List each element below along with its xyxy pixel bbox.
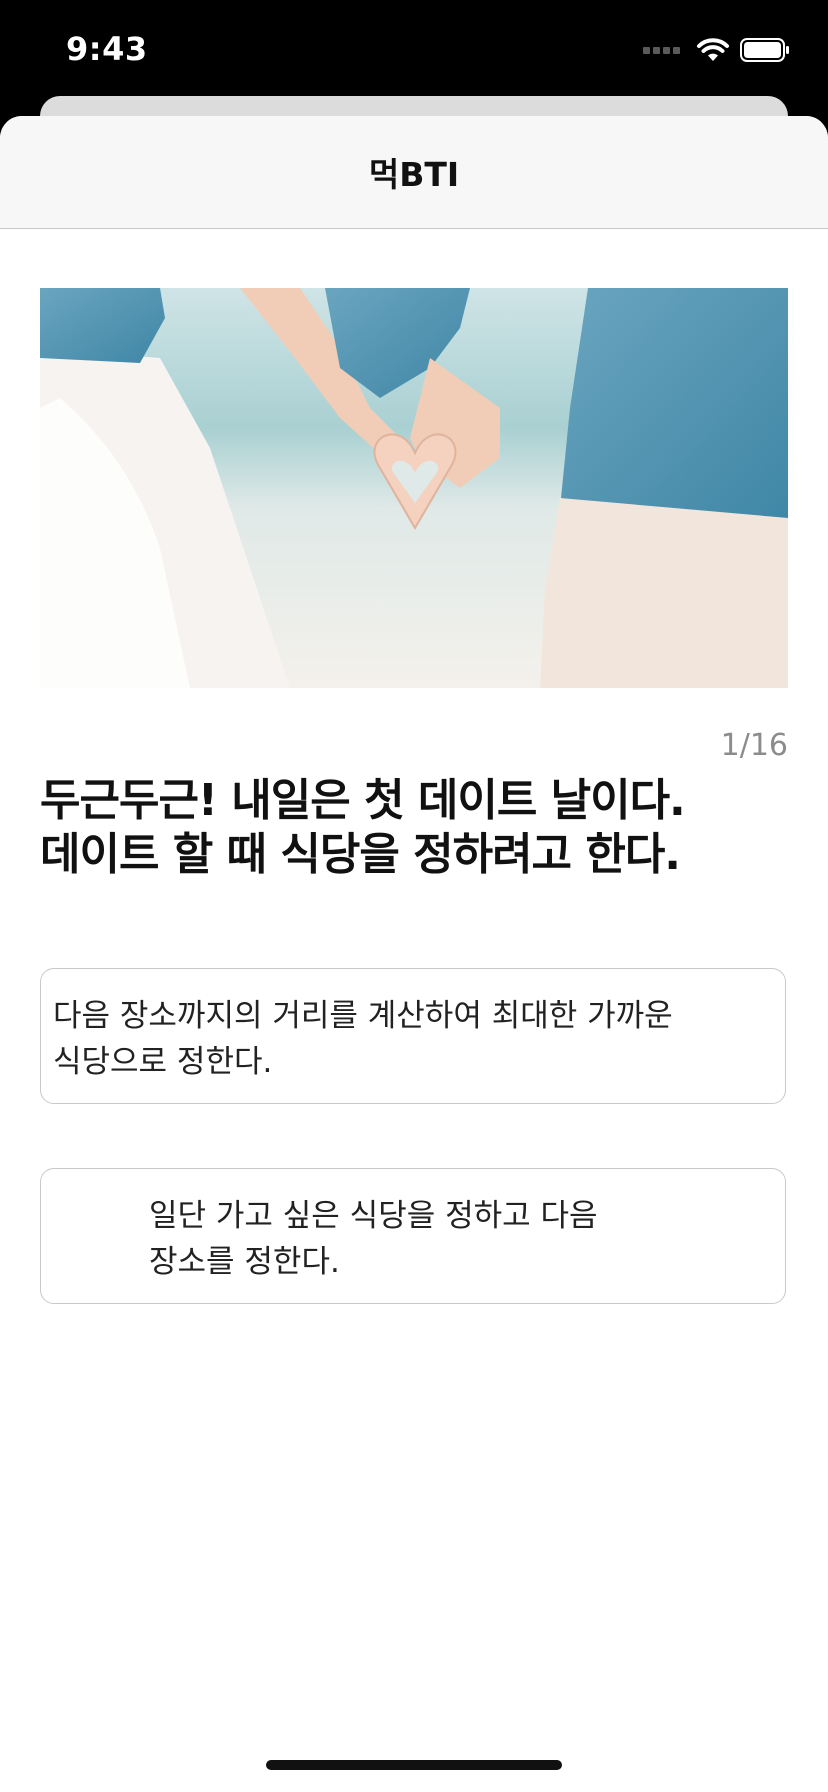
answer-option-2-line: 일단 가고 싶은 식당을 정하고 다음 (149, 1198, 598, 1234)
battery-icon (740, 38, 789, 62)
question-line: 두근두근! 내일은 첫 데이트 날이다. (40, 775, 686, 826)
status-icons (643, 36, 790, 64)
question-progress: 1/16 (720, 728, 788, 763)
answer-option-2-line: 장소를 정한다. (149, 1244, 340, 1280)
signal-icon (643, 46, 680, 54)
navigation-bar: 먹BTI (0, 116, 828, 229)
answer-option-1-line: 식당으로 정한다. (53, 1044, 273, 1080)
wifi-icon (697, 38, 729, 61)
question-line: 데이트 할 때 식당을 정하려고 한다. (40, 829, 681, 880)
answer-option-2-button[interactable]: 일단 가고 싶은 식당을 정하고 다음 장소를 정한다. (40, 1168, 786, 1304)
status-bar: 9:43 (0, 0, 828, 100)
question-text: 두근두근! 내일은 첫 데이트 날이다. 데이트 할 때 식당을 정하려고 한다… (40, 774, 800, 882)
page-title: 먹BTI (368, 155, 460, 194)
couple-heart-hands-photo (40, 288, 788, 688)
answer-option-1-button[interactable]: 다음 장소까지의 거리를 계산하여 최대한 가까운 식당으로 정한다. (40, 968, 786, 1104)
home-indicator[interactable] (266, 1760, 562, 1770)
modal-sheet: 먹BTI 1/16 두근두근! 내일은 첫 데이트 날이다. 데이트 할 때 식… (0, 116, 828, 1792)
hero-image (40, 288, 788, 688)
answer-option-1-line: 다음 장소까지의 거리를 계산하여 최대한 가까운 (53, 998, 673, 1034)
status-time: 9:43 (66, 30, 148, 68)
